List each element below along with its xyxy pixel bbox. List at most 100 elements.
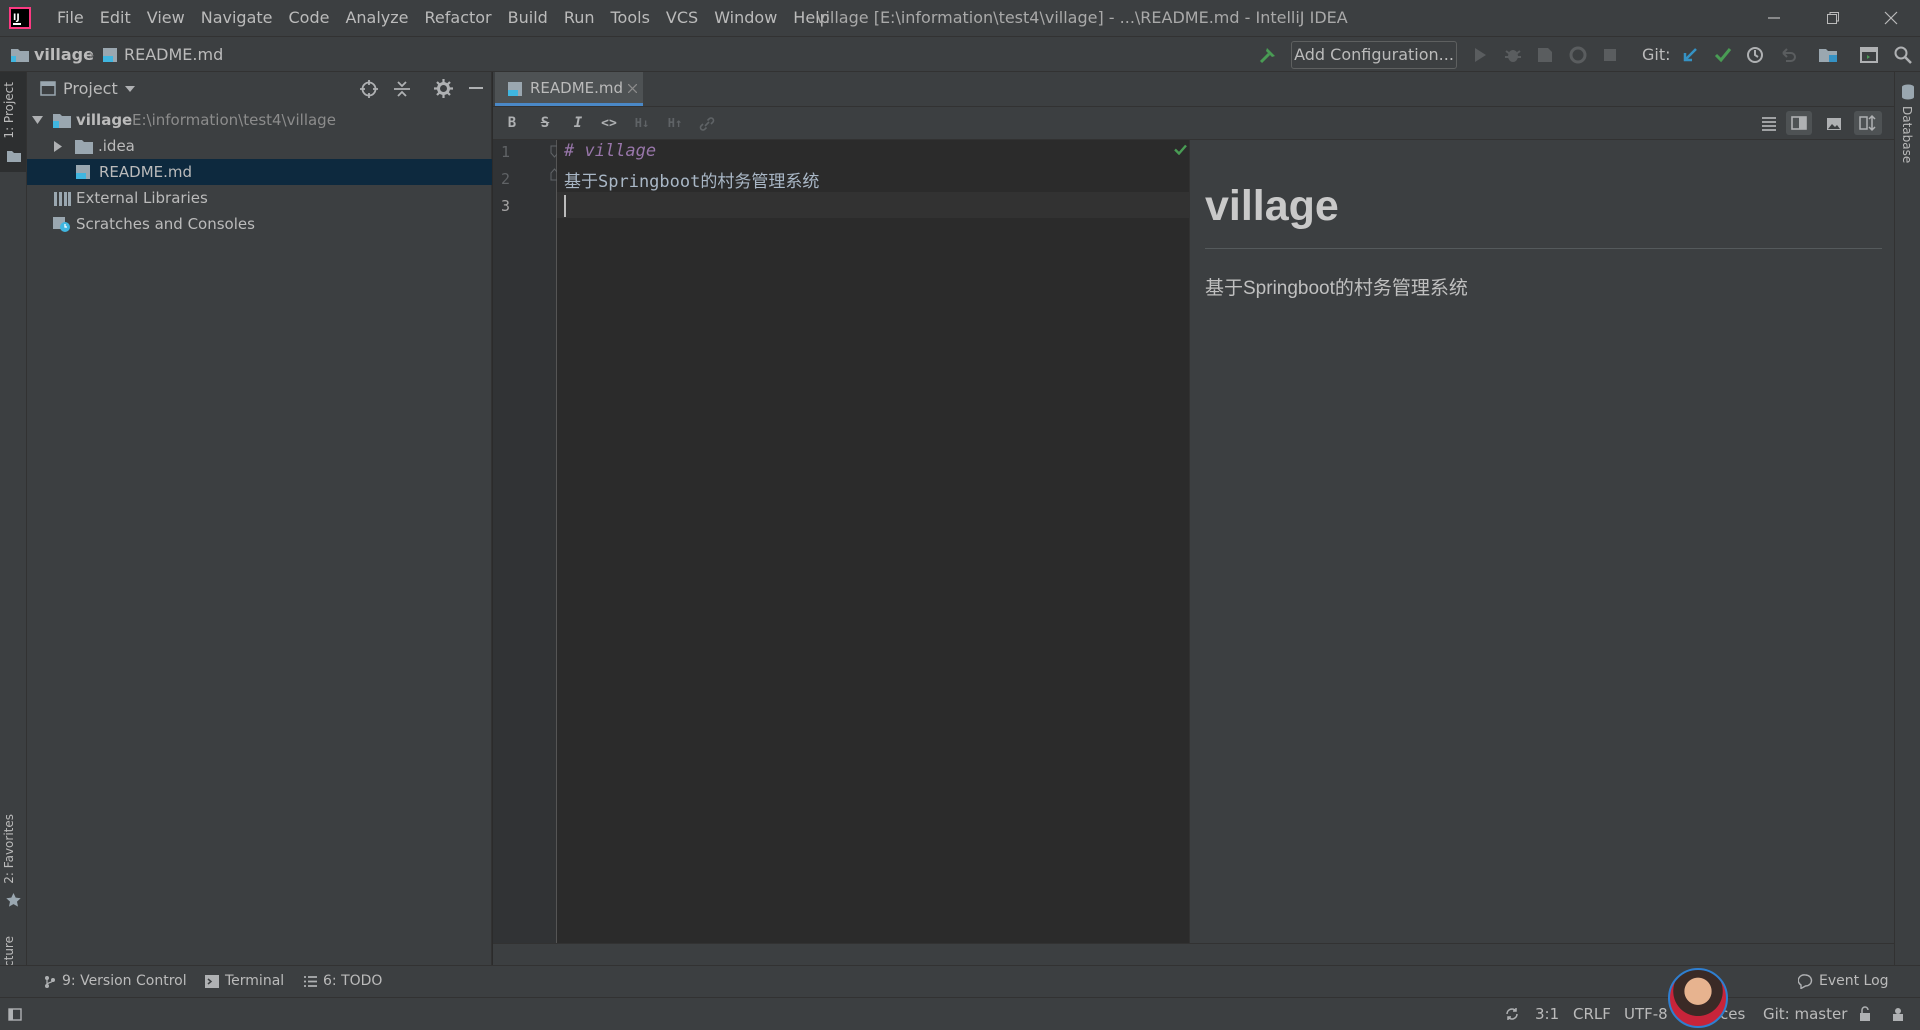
caret-position[interactable]: 3:1 xyxy=(1535,998,1559,1030)
tree-label: Scratches and Consoles xyxy=(76,215,255,233)
tree-row-readme[interactable]: README.md xyxy=(27,159,492,185)
ide-window-icon[interactable] xyxy=(1859,45,1879,65)
locate-file-icon[interactable] xyxy=(359,79,379,99)
chevron-down-icon[interactable] xyxy=(125,86,135,92)
restore-button[interactable] xyxy=(1804,0,1862,36)
close-icon xyxy=(1884,11,1898,25)
folder-icon xyxy=(11,49,29,62)
header-down-button[interactable]: H↓ xyxy=(631,112,653,134)
menu-run[interactable]: Run xyxy=(556,0,603,36)
lock-icon[interactable] xyxy=(1859,1006,1873,1022)
restore-icon xyxy=(1827,12,1839,24)
folder-icon xyxy=(75,140,93,154)
menu-refactor[interactable]: Refactor xyxy=(417,0,500,36)
project-view-selector[interactable]: Project xyxy=(63,72,118,105)
menu-navigate[interactable]: Navigate xyxy=(193,0,281,36)
menu-window[interactable]: Window xyxy=(706,0,785,36)
split-view-button[interactable] xyxy=(1786,111,1812,135)
git-rollback-icon[interactable] xyxy=(1778,45,1798,65)
stop-icon[interactable] xyxy=(1600,45,1620,65)
breadcrumb-separator: › xyxy=(88,45,95,64)
tool-windows-toggle-icon[interactable] xyxy=(8,1008,22,1021)
breadcrumb-file[interactable]: README.md xyxy=(124,37,223,72)
menu-vcs[interactable]: VCS xyxy=(658,0,706,36)
minimize-button[interactable] xyxy=(1745,0,1803,36)
project-panel-header: Project xyxy=(27,72,492,105)
menu-code[interactable]: Code xyxy=(281,0,338,36)
project-view-icon xyxy=(40,81,56,96)
editor-gutter: 1 2 3 xyxy=(493,140,559,943)
version-control-tab[interactable]: 9: Version Control xyxy=(44,966,187,997)
link-icon[interactable] xyxy=(699,117,715,131)
event-log-label: Event Log xyxy=(1819,973,1889,989)
caret-row-highlight xyxy=(557,192,1190,218)
line-separator[interactable]: CRLF xyxy=(1573,998,1611,1030)
editor-only-icon[interactable] xyxy=(1760,115,1778,133)
run-icon[interactable] xyxy=(1470,45,1490,65)
tree-label: village xyxy=(76,111,133,129)
module-folder-icon xyxy=(53,114,71,128)
strikethrough-button[interactable]: S xyxy=(534,112,556,134)
menu-analyze[interactable]: Analyze xyxy=(337,0,416,36)
inspector-icon[interactable] xyxy=(1890,1006,1906,1022)
coverage-icon[interactable] xyxy=(1535,45,1555,65)
profile-icon[interactable] xyxy=(1568,45,1588,65)
code-editor[interactable]: # village 基于Springboot的村务管理系统 xyxy=(557,140,1190,943)
tree-label: External Libraries xyxy=(76,189,208,207)
git-update-icon[interactable] xyxy=(1680,45,1700,65)
tab-readme[interactable]: README.md xyxy=(495,72,643,106)
close-window-button[interactable] xyxy=(1862,0,1920,36)
close-icon[interactable] xyxy=(628,84,637,93)
build-hammer-icon[interactable] xyxy=(1258,45,1278,65)
window-title: village [E:\information\test4\village] -… xyxy=(816,8,1348,27)
tab-project[interactable]: 1: Project xyxy=(2,82,16,139)
star-icon xyxy=(6,893,21,907)
file-encoding[interactable]: UTF-8 xyxy=(1624,998,1668,1030)
italic-button[interactable]: I xyxy=(567,112,589,134)
tool-window-bar: 9: Version Control Terminal 6: TODO Even… xyxy=(0,965,1920,997)
git-branch[interactable]: Git: master xyxy=(1763,998,1847,1030)
tab-label: README.md xyxy=(530,79,624,97)
markdown-preview: village 基于Springboot的村务管理系统 xyxy=(1190,140,1894,943)
debug-icon[interactable] xyxy=(1503,45,1523,65)
hide-panel-icon[interactable] xyxy=(468,80,484,96)
preview-heading: village xyxy=(1205,182,1339,230)
tab-database[interactable]: Database xyxy=(1900,106,1914,163)
preview-only-icon[interactable] xyxy=(1825,115,1843,133)
tree-row-village[interactable]: village E:\information\test4\village xyxy=(27,107,492,133)
search-icon[interactable] xyxy=(1893,45,1913,65)
git-label: Git: xyxy=(1642,45,1671,64)
menu-build[interactable]: Build xyxy=(500,0,556,36)
sync-scroll-button[interactable] xyxy=(1854,111,1882,135)
tree-path: E:\information\test4\village xyxy=(132,111,336,129)
event-log-icon xyxy=(1798,974,1813,989)
tab-favorites[interactable]: 2: Favorites xyxy=(2,814,16,884)
terminal-tab[interactable]: Terminal xyxy=(205,966,284,997)
git-sync-icon[interactable] xyxy=(1504,1006,1520,1022)
menu-view[interactable]: View xyxy=(139,0,193,36)
git-commit-icon[interactable] xyxy=(1713,45,1733,65)
menu-file[interactable]: File xyxy=(49,0,92,36)
check-icon xyxy=(1174,144,1187,155)
git-history-icon[interactable] xyxy=(1745,45,1765,65)
libraries-icon xyxy=(54,192,71,206)
project-structure-icon[interactable] xyxy=(1818,45,1838,65)
collapse-all-icon[interactable] xyxy=(393,79,411,99)
tree-row-scratches[interactable]: Scratches and Consoles xyxy=(27,211,492,237)
intellij-logo-icon: IJ xyxy=(9,7,31,29)
code-button[interactable]: <> xyxy=(598,112,620,134)
chevron-right-icon[interactable] xyxy=(54,141,62,152)
project-panel: Project village E:\information\test4\vil… xyxy=(27,72,492,965)
header-up-button[interactable]: H↑ xyxy=(664,112,686,134)
bold-button[interactable]: B xyxy=(501,112,523,134)
chevron-down-icon[interactable] xyxy=(32,116,43,124)
tree-row-idea[interactable]: .idea xyxy=(27,133,492,159)
add-configuration-button[interactable]: Add Configuration... xyxy=(1291,41,1457,69)
event-log-tab[interactable]: Event Log xyxy=(1798,966,1889,997)
menu-edit[interactable]: Edit xyxy=(92,0,139,36)
breadcrumb-project[interactable]: village xyxy=(34,37,94,72)
todo-tab[interactable]: 6: TODO xyxy=(304,966,382,997)
gear-icon[interactable] xyxy=(434,79,453,98)
menu-tools[interactable]: Tools xyxy=(603,0,658,36)
tree-row-external-libraries[interactable]: External Libraries xyxy=(27,185,492,211)
